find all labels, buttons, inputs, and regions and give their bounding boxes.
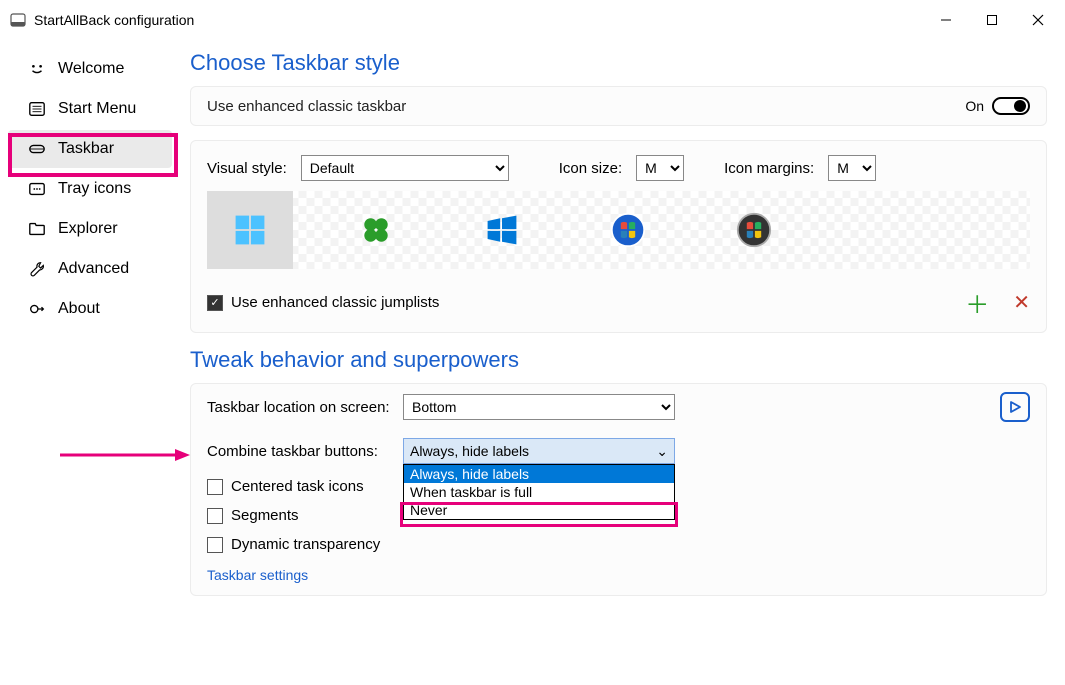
start-icon-win11[interactable] bbox=[207, 191, 293, 269]
combine-option[interactable]: Always, hide labels bbox=[404, 465, 674, 483]
dynamic-transparency-checkbox[interactable] bbox=[207, 537, 223, 553]
location-label: Taskbar location on screen: bbox=[207, 399, 397, 416]
start-icon-win7-alt[interactable] bbox=[711, 191, 797, 269]
sidebar-item-about[interactable]: About bbox=[8, 290, 172, 328]
add-icon-button[interactable]: ＋ bbox=[965, 285, 989, 320]
combine-label: Combine taskbar buttons: bbox=[207, 443, 397, 460]
wrench-icon bbox=[28, 260, 46, 278]
start-icon-strip bbox=[207, 191, 1030, 269]
taskbar-settings-link[interactable]: Taskbar settings bbox=[191, 559, 1046, 595]
menu-icon bbox=[28, 100, 46, 118]
sidebar-label: About bbox=[58, 300, 100, 318]
content: Choose Taskbar style Use enhanced classi… bbox=[180, 40, 1065, 685]
card-visual-style: Visual style: Default Icon size: M Icon … bbox=[190, 140, 1047, 333]
window-title: StartAllBack configuration bbox=[34, 12, 923, 28]
start-icon-clover[interactable] bbox=[333, 191, 419, 269]
section-title-tweak: Tweak behavior and superpowers bbox=[190, 347, 1047, 373]
sidebar-item-startmenu[interactable]: Start Menu bbox=[8, 90, 172, 128]
maximize-button[interactable] bbox=[969, 5, 1015, 35]
sidebar-label: Advanced bbox=[58, 260, 129, 278]
sidebar-label: Explorer bbox=[58, 220, 118, 238]
sidebar-item-tray[interactable]: Tray icons bbox=[8, 170, 172, 208]
preview-button[interactable] bbox=[1000, 392, 1030, 422]
minimize-button[interactable] bbox=[923, 5, 969, 35]
visual-style-label: Visual style: bbox=[207, 160, 287, 177]
combine-option[interactable]: When taskbar is full bbox=[404, 483, 674, 501]
icon-margins-select[interactable]: M bbox=[828, 155, 876, 181]
enhanced-taskbar-label: Use enhanced classic taskbar bbox=[207, 98, 406, 115]
remove-icon-button[interactable]: ✕ bbox=[1013, 290, 1030, 315]
start-icon-win7[interactable] bbox=[585, 191, 671, 269]
icon-size-select[interactable]: M bbox=[636, 155, 684, 181]
segments-label: Segments bbox=[231, 507, 299, 524]
section-title-style: Choose Taskbar style bbox=[190, 50, 1047, 76]
taskbar-icon bbox=[28, 140, 46, 158]
icon-size-label: Icon size: bbox=[559, 160, 622, 177]
card-enhanced-taskbar: Use enhanced classic taskbar On bbox=[190, 86, 1047, 126]
smile-icon bbox=[28, 60, 46, 78]
jumplists-checkbox[interactable]: ✓ bbox=[207, 295, 223, 311]
about-icon bbox=[28, 300, 46, 318]
toggle-state-label: On bbox=[965, 98, 984, 114]
segments-checkbox[interactable] bbox=[207, 508, 223, 524]
card-tweak: Taskbar location on screen: Bottom Combi… bbox=[190, 383, 1047, 596]
sidebar-item-explorer[interactable]: Explorer bbox=[8, 210, 172, 248]
combine-option[interactable]: Never bbox=[404, 501, 674, 519]
sidebar-item-taskbar[interactable]: Taskbar bbox=[8, 130, 172, 168]
dynamic-transparency-label: Dynamic transparency bbox=[231, 536, 380, 553]
sidebar: Welcome Start Menu Taskbar Tray icons Ex… bbox=[0, 40, 180, 685]
sidebar-item-welcome[interactable]: Welcome bbox=[8, 50, 172, 88]
sidebar-label: Start Menu bbox=[58, 100, 136, 118]
start-icon-win10[interactable] bbox=[459, 191, 545, 269]
visual-style-select[interactable]: Default bbox=[301, 155, 509, 181]
enhanced-taskbar-toggle[interactable] bbox=[992, 97, 1030, 115]
sidebar-label: Welcome bbox=[58, 60, 124, 78]
titlebar: StartAllBack configuration bbox=[0, 0, 1065, 40]
sidebar-item-advanced[interactable]: Advanced bbox=[8, 250, 172, 288]
app-icon bbox=[10, 12, 26, 28]
combine-select[interactable]: Always, hide labels ⌄ bbox=[403, 438, 675, 464]
combine-dropdown-list: Always, hide labels When taskbar is full… bbox=[403, 464, 675, 520]
icon-margins-label: Icon margins: bbox=[724, 160, 814, 177]
tray-icon bbox=[28, 180, 46, 198]
folder-icon bbox=[28, 220, 46, 238]
centered-icons-checkbox[interactable] bbox=[207, 479, 223, 495]
jumplists-label: Use enhanced classic jumplists bbox=[231, 294, 439, 311]
chevron-down-icon: ⌄ bbox=[656, 443, 668, 460]
sidebar-label: Taskbar bbox=[58, 140, 114, 158]
location-select[interactable]: Bottom bbox=[403, 394, 675, 420]
sidebar-label: Tray icons bbox=[58, 180, 131, 198]
centered-icons-label: Centered task icons bbox=[231, 478, 364, 495]
close-button[interactable] bbox=[1015, 5, 1061, 35]
